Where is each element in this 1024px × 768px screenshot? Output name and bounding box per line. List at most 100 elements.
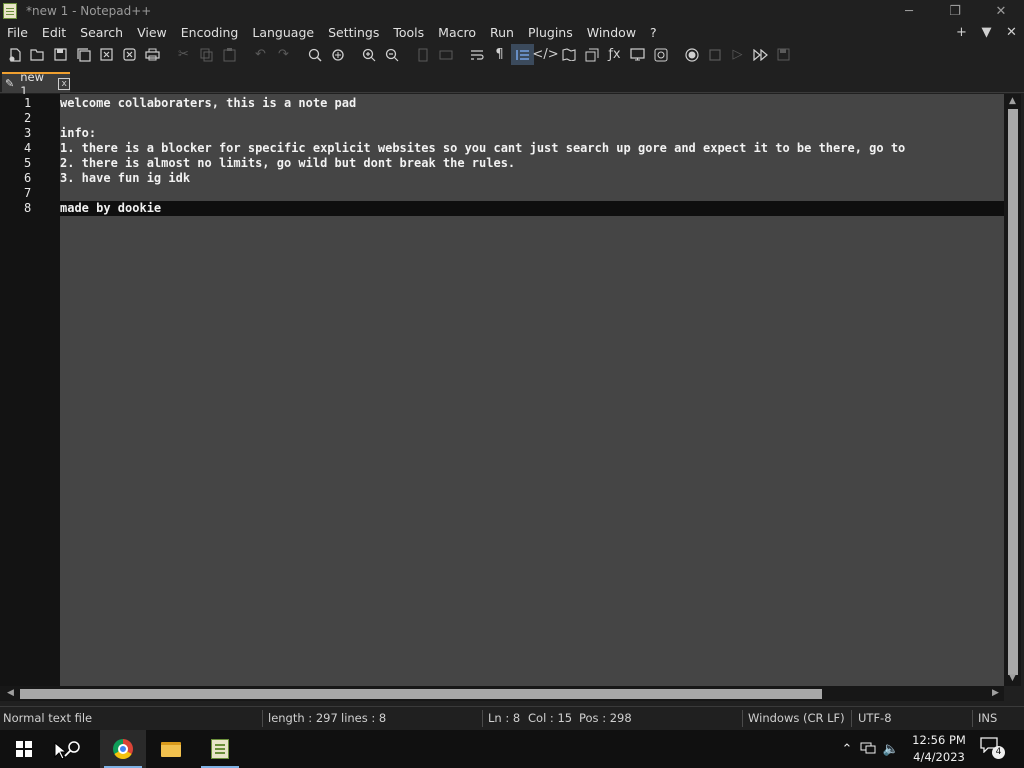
taskbar-notepadpp[interactable] bbox=[197, 730, 243, 768]
start-button[interactable] bbox=[0, 730, 48, 768]
tab-close-icon[interactable]: x bbox=[58, 77, 70, 90]
scroll-down-icon[interactable]: ▼ bbox=[1004, 671, 1021, 686]
code-line[interactable]: welcome collaboraters, this is a note pa… bbox=[60, 96, 1004, 111]
status-length: length : 297 bbox=[268, 711, 338, 725]
folder-icon bbox=[161, 741, 181, 757]
taskbar-chrome[interactable] bbox=[100, 730, 146, 768]
minimize-button[interactable]: ─ bbox=[886, 0, 932, 22]
menu-search[interactable]: Search bbox=[73, 25, 130, 40]
window-title: *new 1 - Notepad++ bbox=[26, 4, 152, 18]
menu-plugins[interactable]: Plugins bbox=[521, 25, 580, 40]
print-icon[interactable] bbox=[141, 44, 164, 65]
title-bar: *new 1 - Notepad++ ─ ❐ ✕ bbox=[0, 0, 1024, 22]
line-number: 6 bbox=[24, 171, 32, 185]
close-file-icon[interactable] bbox=[95, 44, 118, 65]
menu-encoding[interactable]: Encoding bbox=[174, 25, 246, 40]
sync-horizontal-scroll-icon[interactable] bbox=[434, 44, 457, 65]
menu-macro[interactable]: Macro bbox=[431, 25, 483, 40]
menu-edit[interactable]: Edit bbox=[35, 25, 73, 40]
replace-icon[interactable] bbox=[326, 44, 349, 65]
menu-view[interactable]: View bbox=[130, 25, 174, 40]
open-file-icon[interactable] bbox=[26, 44, 49, 65]
new-tab-icon[interactable]: + bbox=[949, 25, 974, 40]
vertical-scrollbar[interactable]: ▲ ▼ bbox=[1004, 94, 1021, 686]
editor-area: 1 2 3 4 5 6 7 8 welcome collaboraters, t… bbox=[0, 94, 1024, 686]
show-all-characters-icon[interactable]: ¶ bbox=[488, 44, 511, 65]
save-all-icon[interactable] bbox=[72, 44, 95, 65]
run-macro-multiple-icon[interactable] bbox=[749, 44, 772, 65]
undo-icon[interactable]: ↶ bbox=[249, 44, 272, 65]
line-number: 4 bbox=[24, 141, 32, 155]
restore-button[interactable]: ❐ bbox=[932, 0, 978, 22]
folder-as-workspace-icon[interactable] bbox=[626, 44, 649, 65]
status-bar: Normal text file length : 297 lines : 8 … bbox=[0, 706, 1024, 730]
code-line[interactable]: 1. there is a blocker for specific expli… bbox=[60, 141, 1004, 156]
menu-help[interactable]: ? bbox=[643, 25, 664, 40]
code-line[interactable]: 3. have fun ig idk bbox=[60, 171, 1004, 186]
cut-icon[interactable]: ✂ bbox=[172, 44, 195, 65]
taskbar: ⌃ 🔈 12:56 PM 4/4/2023 4 bbox=[0, 730, 1024, 768]
save-icon[interactable] bbox=[49, 44, 72, 65]
text-editor[interactable]: welcome collaboraters, this is a note pa… bbox=[60, 94, 1004, 686]
clock[interactable]: 12:56 PM 4/4/2023 bbox=[905, 732, 973, 766]
network-icon[interactable] bbox=[856, 741, 880, 758]
record-macro-icon[interactable] bbox=[680, 44, 703, 65]
document-list-icon[interactable] bbox=[580, 44, 603, 65]
vertical-scroll-thumb[interactable] bbox=[1008, 109, 1018, 675]
line-number: 5 bbox=[24, 156, 32, 170]
code-line[interactable]: 2. there is almost no limits, go wild bu… bbox=[60, 156, 1004, 171]
paste-icon[interactable] bbox=[218, 44, 241, 65]
save-macro-icon[interactable] bbox=[772, 44, 795, 65]
stop-recording-icon[interactable] bbox=[703, 44, 726, 65]
menu-settings[interactable]: Settings bbox=[321, 25, 386, 40]
status-file-type: Normal text file bbox=[3, 711, 93, 725]
close-window-button[interactable]: ✕ bbox=[978, 0, 1024, 22]
chrome-icon bbox=[113, 739, 133, 759]
scroll-left-icon[interactable]: ◀ bbox=[2, 686, 19, 701]
horizontal-scrollbar[interactable]: ◀ ▶ bbox=[0, 686, 1004, 701]
redo-icon[interactable]: ↷ bbox=[272, 44, 295, 65]
menu-tools[interactable]: Tools bbox=[386, 25, 431, 40]
close-document-icon[interactable]: ✕ bbox=[999, 25, 1024, 40]
tab-list-dropdown-icon[interactable]: ▼ bbox=[974, 25, 999, 40]
taskbar-file-explorer[interactable] bbox=[148, 730, 194, 768]
modified-pencil-icon: ✎ bbox=[5, 77, 15, 90]
current-code-line[interactable]: made by dookie bbox=[60, 201, 1004, 216]
menu-run[interactable]: Run bbox=[483, 25, 521, 40]
copy-icon[interactable] bbox=[195, 44, 218, 65]
scroll-right-icon[interactable]: ▶ bbox=[987, 686, 1004, 701]
line-number-gutter: 1 2 3 4 5 6 7 8 bbox=[0, 94, 60, 686]
scroll-up-icon[interactable]: ▲ bbox=[1004, 94, 1021, 109]
horizontal-scroll-thumb[interactable] bbox=[20, 689, 822, 699]
word-wrap-icon[interactable] bbox=[465, 44, 488, 65]
find-icon[interactable] bbox=[303, 44, 326, 65]
function-list-icon[interactable]: ƒx bbox=[603, 44, 626, 65]
zoom-in-icon[interactable] bbox=[357, 44, 380, 65]
show-hidden-icons-icon[interactable]: ⌃ bbox=[838, 742, 856, 757]
notification-center-icon[interactable]: 4 bbox=[980, 737, 1006, 761]
code-line[interactable] bbox=[60, 111, 1004, 126]
close-all-icon[interactable] bbox=[118, 44, 141, 65]
menu-file[interactable]: File bbox=[0, 25, 35, 40]
menu-language[interactable]: Language bbox=[245, 25, 321, 40]
menu-bar: File Edit Search View Encoding Language … bbox=[0, 22, 1024, 43]
zoom-out-icon[interactable] bbox=[380, 44, 403, 65]
code-line[interactable] bbox=[60, 186, 1004, 201]
window-controls: ─ ❐ ✕ bbox=[886, 0, 1024, 22]
status-lines: lines : 8 bbox=[341, 711, 387, 725]
monitoring-icon[interactable] bbox=[649, 44, 672, 65]
document-map-icon[interactable] bbox=[557, 44, 580, 65]
line-number: 1 bbox=[24, 96, 32, 110]
line-number: 2 bbox=[24, 111, 32, 125]
code-line[interactable]: info: bbox=[60, 126, 1004, 141]
playback-icon[interactable]: ▷ bbox=[726, 44, 749, 65]
tab-new-1[interactable]: ✎ new 1 x bbox=[2, 70, 70, 98]
status-insert-mode: INS bbox=[978, 711, 998, 725]
indent-guide-icon[interactable] bbox=[511, 44, 534, 65]
menu-window[interactable]: Window bbox=[580, 25, 643, 40]
volume-icon[interactable]: 🔈 bbox=[880, 742, 902, 757]
new-file-icon[interactable] bbox=[3, 44, 26, 65]
menu-right-controls: + ▼ ✕ bbox=[949, 22, 1024, 43]
sync-vertical-scroll-icon[interactable] bbox=[411, 44, 434, 65]
user-defined-language-icon[interactable]: </> bbox=[532, 44, 558, 65]
